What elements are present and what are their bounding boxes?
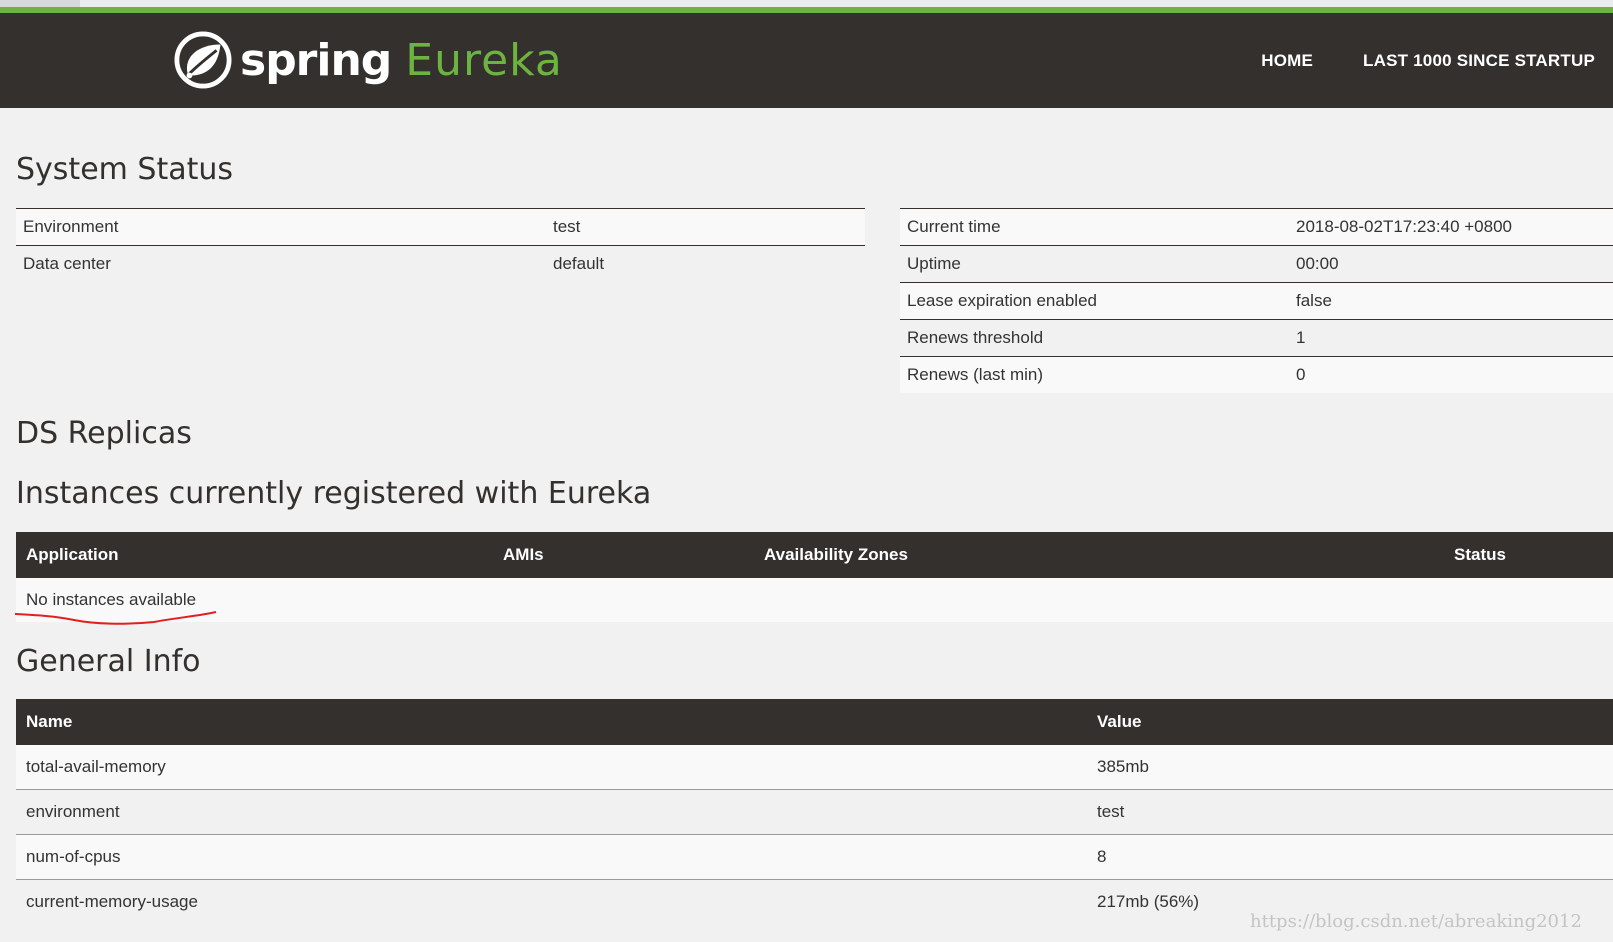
nav-home-link[interactable]: HOME (1261, 51, 1313, 71)
instances-title: Instances currently registered with Eure… (16, 476, 652, 511)
status-label: Lease expiration enabled (900, 282, 1289, 320)
table-row: Environment test (16, 208, 865, 246)
brand-logo[interactable]: spring Eureka (174, 29, 563, 91)
table-row: num-of-cpus 8 (16, 834, 1613, 880)
watermark: https://blog.csdn.net/abreaking2012 (1250, 911, 1582, 932)
status-value: 00:00 (1289, 245, 1613, 283)
status-value: 2018-08-02T17:23:40 +0800 (1289, 208, 1613, 246)
info-value: test (1087, 789, 1613, 835)
general-info-title: General Info (16, 644, 201, 679)
col-application: Application (16, 532, 493, 578)
nav-last1000-link[interactable]: LAST 1000 SINCE STARTUP (1363, 51, 1595, 71)
table-header-row: Application AMIs Availability Zones Stat… (16, 532, 1613, 578)
col-name: Name (16, 699, 1087, 745)
table-row: Data center default (16, 245, 865, 282)
status-label: Renews (last min) (900, 356, 1289, 393)
info-name: num-of-cpus (16, 834, 1087, 880)
system-status-title: System Status (16, 152, 234, 187)
status-value: 0 (1289, 356, 1613, 393)
info-name: current-memory-usage (26, 892, 198, 911)
table-row: Uptime 00:00 (900, 245, 1613, 283)
status-label: Data center (16, 245, 546, 282)
status-value: default (546, 245, 865, 282)
system-status-left-table: Environment test Data center default (16, 208, 865, 282)
info-name: environment (16, 789, 1087, 835)
status-value: 1 (1289, 319, 1613, 357)
info-name: total-avail-memory (16, 745, 1087, 790)
col-availability-zones: Availability Zones (754, 532, 1444, 578)
col-status: Status (1444, 532, 1613, 578)
table-row: environment test (16, 789, 1613, 835)
table-row: Lease expiration enabled false (900, 282, 1613, 320)
table-header-row: Name Value (16, 699, 1613, 745)
status-label: Current time (900, 208, 1289, 246)
info-value: 8 (1087, 834, 1613, 880)
info-value: 385mb (1087, 745, 1613, 790)
table-row: Renews threshold 1 (900, 319, 1613, 357)
table-row: No instances available (16, 578, 1613, 622)
brand-spring-text: spring (240, 34, 392, 86)
navbar: spring Eureka HOME LAST 1000 SINCE START… (0, 7, 1613, 108)
status-value: false (1289, 282, 1613, 320)
no-instances-message: No instances available (16, 578, 1613, 622)
red-annotation-underline (14, 611, 217, 625)
col-value: Value (1087, 699, 1613, 745)
system-status-right-table: Current time 2018-08-02T17:23:40 +0800 U… (900, 208, 1613, 393)
status-label: Uptime (900, 245, 1289, 283)
spring-leaf-icon (174, 31, 232, 89)
table-row: total-avail-memory 385mb (16, 745, 1613, 790)
top-strip (0, 0, 1613, 7)
status-label: Renews threshold (900, 319, 1289, 357)
table-row: Renews (last min) 0 (900, 356, 1613, 393)
table-row: Current time 2018-08-02T17:23:40 +0800 (900, 208, 1613, 246)
col-amis: AMIs (493, 532, 754, 578)
nav-links: HOME LAST 1000 SINCE STARTUP (1261, 13, 1613, 108)
ds-replicas-title: DS Replicas (16, 416, 192, 451)
status-label: Environment (16, 208, 546, 246)
status-value: test (546, 208, 865, 246)
general-info-table: Name Value total-avail-memory 385mb envi… (16, 699, 1613, 924)
instances-table: Application AMIs Availability Zones Stat… (16, 532, 1613, 622)
brand-eureka-text: Eureka (405, 34, 563, 86)
